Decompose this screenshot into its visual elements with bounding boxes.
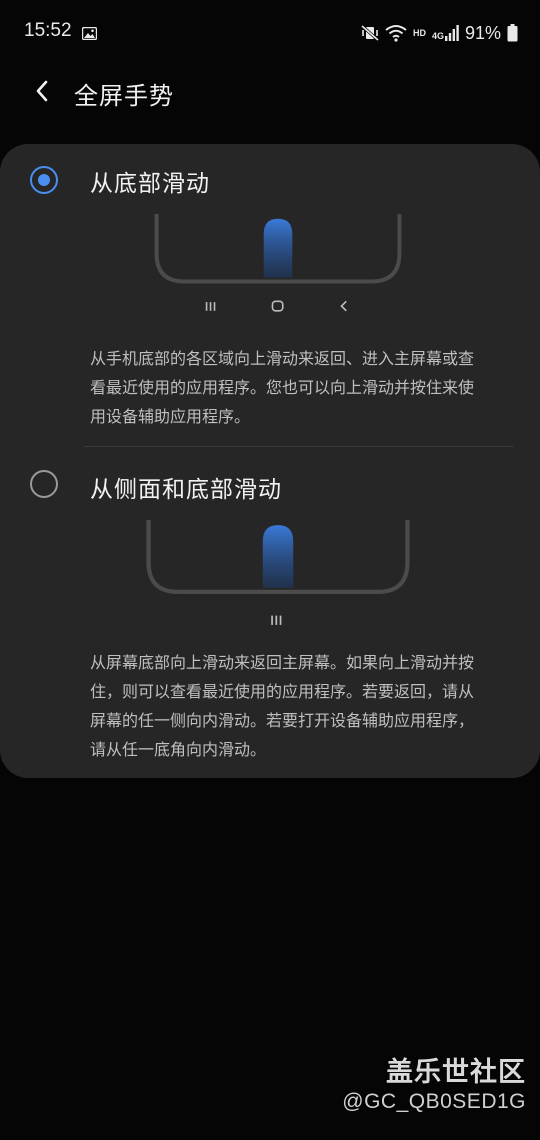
option-title: 从底部滑动 <box>90 171 210 197</box>
watermark-title: 盖乐世社区 <box>386 1057 526 1088</box>
app-header: 全屏手势 <box>0 66 540 120</box>
divider <box>84 446 514 447</box>
radio-button-selected[interactable] <box>30 166 58 194</box>
back-nav-icon <box>340 300 347 312</box>
gesture-finger-icon <box>263 218 293 278</box>
recents-icon <box>205 302 216 311</box>
status-icons: HD 4G 91% <box>360 20 518 46</box>
back-button[interactable] <box>22 72 62 114</box>
hd-label: HD <box>412 28 426 38</box>
radio-button-unselected[interactable] <box>30 470 58 498</box>
option-title: 从侧面和底部滑动 <box>90 477 282 503</box>
battery-icon <box>507 24 518 42</box>
home-icon <box>271 300 284 312</box>
gesture-finger-icon <box>262 525 294 588</box>
bottom-swipe-illustration <box>154 214 402 312</box>
network-type-label: 4G <box>431 31 444 41</box>
gallery-icon <box>81 25 98 41</box>
option-swipe-from-bottom[interactable]: 从底部滑动 从手机底部的各区域向上滑动来返回、进入主屏幕或查看最近使用的应用程序… <box>0 144 540 444</box>
signal-icon: 4G <box>432 25 459 41</box>
option-swipe-from-sides-and-bottom[interactable]: 从侧面和底部滑动 从屏幕底部向上滑动来返回主屏幕。如果向上滑动并按住，则可以查看… <box>0 448 540 778</box>
battery-percent: 91% <box>464 22 501 43</box>
handle-icon <box>271 615 282 625</box>
page-title: 全屏手势 <box>74 82 174 110</box>
watermark-user-id: @GC_QB0SED1G <box>342 1090 526 1113</box>
mute-vibrate-icon <box>360 24 379 42</box>
option-description: 从屏幕底部向上滑动来返回主屏幕。如果向上滑动并按住，则可以查看最近使用的应用程序… <box>90 653 475 759</box>
status-bar: 15:52 HD 4G 91% <box>0 0 540 66</box>
gesture-options-card: 从底部滑动 从手机底部的各区域向上滑动来返回、进入主屏幕或查看最近使用的应用程序… <box>0 144 540 778</box>
wifi-icon <box>385 24 407 42</box>
option-description: 从手机底部的各区域向上滑动来返回、进入主屏幕或查看最近使用的应用程序。您也可以向… <box>90 349 475 426</box>
side-bottom-swipe-illustration <box>146 520 410 625</box>
status-time: 15:52 <box>24 20 72 41</box>
chevron-left-icon <box>34 79 50 107</box>
